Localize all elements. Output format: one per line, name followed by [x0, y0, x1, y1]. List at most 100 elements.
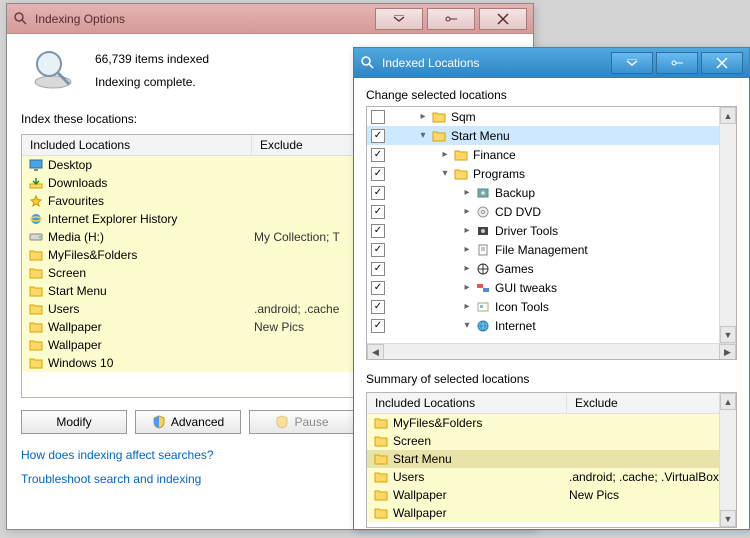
tree-node-label: Programs [473, 167, 525, 181]
tree-checkbox[interactable]: ✓ [371, 243, 385, 257]
folder-icon [373, 488, 389, 502]
folder-icon [431, 110, 447, 124]
summary-vertical-scrollbar[interactable]: ▲▼ [719, 393, 736, 527]
tree-horizontal-scrollbar[interactable]: ◀▶ [367, 343, 736, 360]
location-name: Screen [48, 266, 254, 280]
tree-row[interactable]: ✓ ▾ Internet [367, 316, 736, 335]
folder-icon [28, 266, 44, 280]
tree-expander-icon[interactable]: ▸ [461, 225, 473, 236]
tree-row[interactable]: ✓▸Icon Tools [367, 297, 736, 316]
tree-vertical-scrollbar[interactable]: ▲▼ [719, 107, 736, 343]
tree-row[interactable]: ✓▸GUI tweaks [367, 278, 736, 297]
tree-checkbox[interactable]: ✓ [371, 319, 385, 333]
scroll-up-icon[interactable]: ▲ [720, 393, 736, 410]
file-icon [475, 243, 491, 257]
col-exclude[interactable]: Exclude [252, 135, 311, 155]
col-included[interactable]: Included Locations [367, 393, 567, 413]
star-icon [28, 194, 44, 208]
col-included[interactable]: Included Locations [22, 135, 252, 155]
summary-label: Summary of selected locations [366, 372, 737, 386]
col-exclude[interactable]: Exclude [567, 393, 626, 413]
tree-expander-icon[interactable]: ▸ [461, 282, 473, 293]
summary-name: MyFiles&Folders [393, 416, 569, 430]
location-name: Wallpaper [48, 338, 254, 352]
pause-button[interactable]: Pause [249, 410, 355, 434]
tree-row[interactable]: ✓ ▾ Programs [367, 164, 736, 183]
titlebar-minimize-button[interactable] [611, 52, 653, 74]
titlebar-close-button[interactable] [701, 52, 743, 74]
status-text: Indexing complete. [95, 71, 209, 94]
tree-expander-icon[interactable]: ▸ [461, 244, 473, 255]
tree-row[interactable]: ✓▸Backup [367, 183, 736, 202]
location-name: Users [48, 302, 254, 316]
tree-expander-icon[interactable]: ▸ [417, 111, 429, 122]
tree-row[interactable]: ✓ ▸ Games [367, 259, 736, 278]
summary-name: Start Menu [393, 452, 569, 466]
folder-icon [373, 506, 389, 520]
backup-icon [475, 186, 491, 200]
net-icon [475, 319, 491, 333]
ball-icon [475, 262, 491, 276]
scroll-right-icon[interactable]: ▶ [719, 344, 736, 361]
titlebar-pin-button[interactable] [427, 8, 475, 30]
tree-checkbox[interactable]: ✓ [371, 186, 385, 200]
summary-row[interactable]: MyFiles&Folders [367, 414, 736, 432]
tree-node-label: Games [495, 262, 534, 276]
scroll-up-icon[interactable]: ▲ [720, 107, 736, 124]
tree-expander-icon[interactable]: ▸ [461, 301, 473, 312]
tree-row[interactable]: ✓▸File Management [367, 240, 736, 259]
tree-checkbox[interactable] [371, 110, 385, 124]
tree-checkbox[interactable]: ✓ [371, 205, 385, 219]
titlebar-close-button[interactable] [479, 8, 527, 30]
folder-icon [28, 248, 44, 262]
tree-checkbox[interactable]: ✓ [371, 300, 385, 314]
tree-node-label: Driver Tools [495, 224, 558, 238]
tree-checkbox[interactable]: ✓ [371, 281, 385, 295]
change-locations-label: Change selected locations [366, 88, 737, 102]
tree-expander-icon[interactable]: ▸ [439, 149, 451, 160]
summary-name: Wallpaper [393, 488, 569, 502]
drive-icon [28, 230, 44, 244]
titlebar-minimize-button[interactable] [375, 8, 423, 30]
tree-row[interactable]: ✓▾Start Menu [367, 126, 736, 145]
window-title: Indexed Locations [382, 56, 608, 70]
tree-expander-icon[interactable]: ▾ [439, 168, 451, 179]
tree-expander-icon[interactable]: ▸ [461, 263, 473, 274]
tree-checkbox[interactable]: ✓ [371, 167, 385, 181]
tree-expander-icon[interactable]: ▾ [417, 130, 429, 141]
summary-row[interactable]: Wallpaper [367, 504, 736, 522]
titlebar-options[interactable]: Indexing Options [7, 4, 533, 34]
location-name: Wallpaper [48, 320, 254, 334]
advanced-button[interactable]: Advanced [135, 410, 241, 434]
tree-checkbox[interactable]: ✓ [371, 148, 385, 162]
tree-row[interactable]: ✓ ▸ Driver Tools [367, 221, 736, 240]
tree-expander-icon[interactable]: ▸ [461, 206, 473, 217]
scroll-down-icon[interactable]: ▼ [720, 510, 736, 527]
scroll-left-icon[interactable]: ◀ [367, 344, 384, 361]
location-name: Start Menu [48, 284, 254, 298]
summary-row[interactable]: Screen [367, 432, 736, 450]
downloads-icon [28, 176, 44, 190]
summary-name: Wallpaper [393, 506, 569, 520]
tree-row[interactable]: ✓▸Finance [367, 145, 736, 164]
location-name: Media (H:) [48, 230, 254, 244]
summary-row[interactable]: WallpaperNew Pics [367, 486, 736, 504]
scroll-down-icon[interactable]: ▼ [720, 326, 736, 343]
summary-row[interactable]: Users.android; .cache; .VirtualBox; [367, 468, 736, 486]
titlebar-pin-button[interactable] [656, 52, 698, 74]
tree-node-label: CD DVD [495, 205, 541, 219]
tree-expander-icon[interactable]: ▸ [461, 187, 473, 198]
tree-row[interactable]: ▸Sqm [367, 107, 736, 126]
tree-row[interactable]: ✓ ▸ CD DVD [367, 202, 736, 221]
tree-expander-icon[interactable]: ▾ [461, 320, 473, 331]
folder-icon [28, 284, 44, 298]
tree-checkbox[interactable]: ✓ [371, 262, 385, 276]
tree-node-label: Internet [495, 319, 536, 333]
shield-icon [275, 415, 289, 429]
tree-checkbox[interactable]: ✓ [371, 224, 385, 238]
gui-icon [475, 281, 491, 295]
summary-row[interactable]: Start Menu [367, 450, 736, 468]
tree-checkbox[interactable]: ✓ [371, 129, 385, 143]
modify-button[interactable]: Modify [21, 410, 127, 434]
titlebar-locations[interactable]: Indexed Locations [354, 48, 749, 78]
